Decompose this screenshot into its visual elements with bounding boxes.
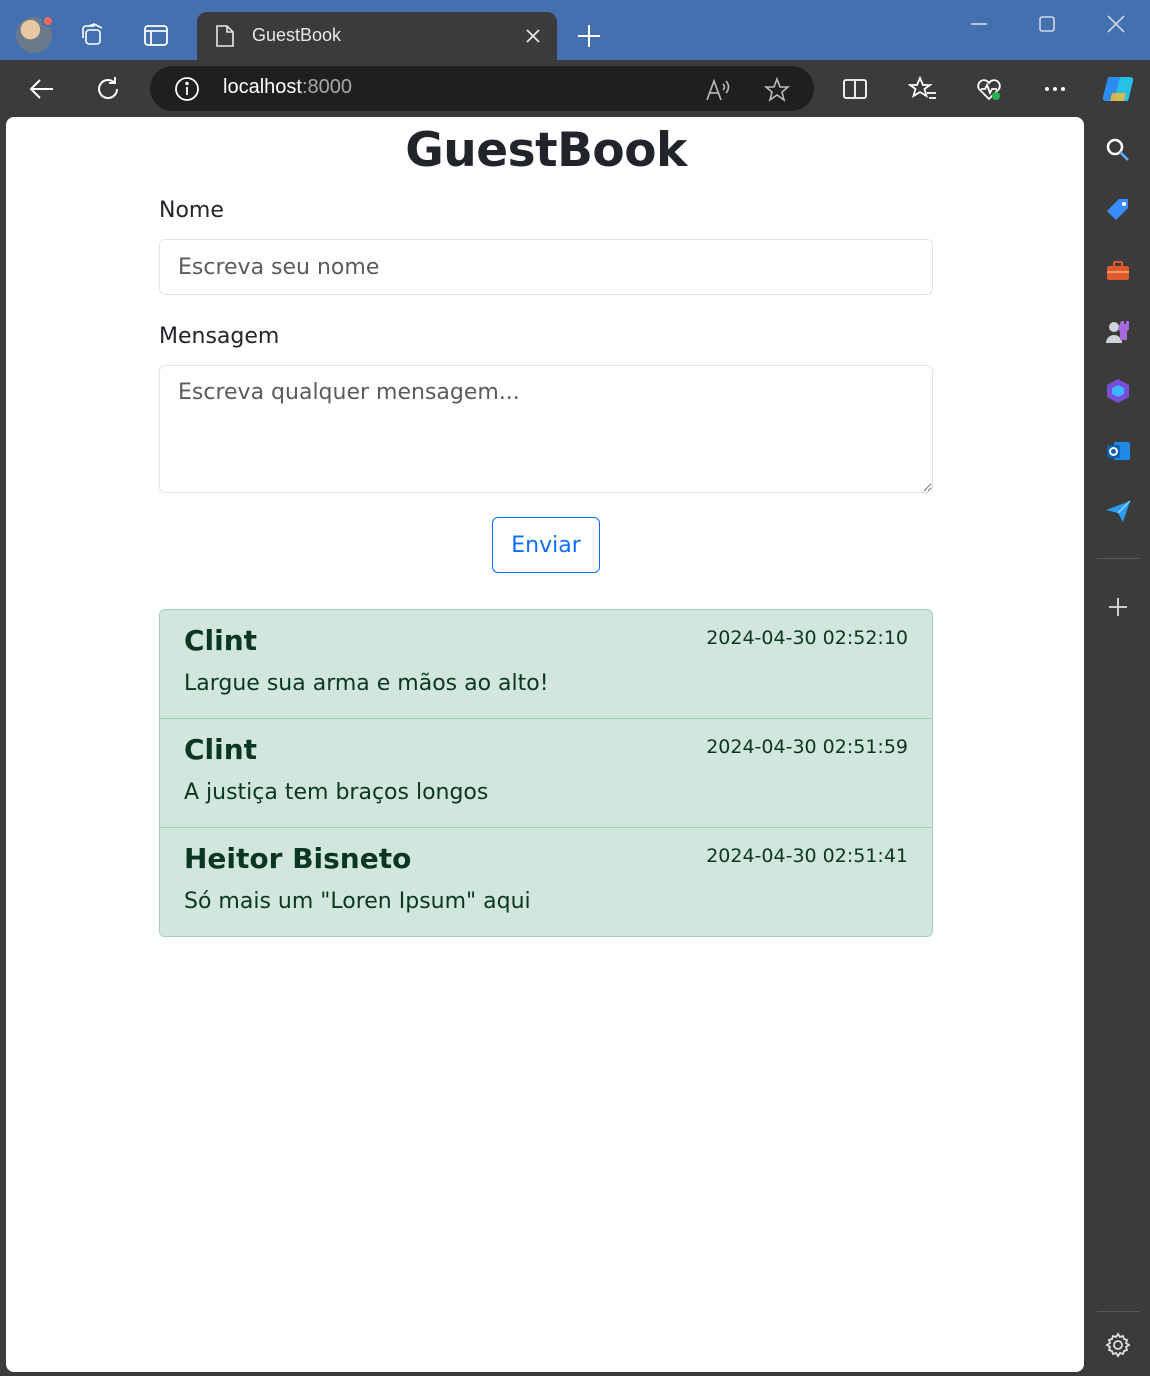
tab-guestbook[interactable]: GuestBook — [197, 12, 557, 60]
more-options-icon[interactable] — [1040, 74, 1070, 104]
settings-gear-icon[interactable] — [1104, 1331, 1132, 1359]
maximize-icon[interactable] — [1035, 12, 1059, 36]
copilot-icon[interactable] — [1100, 71, 1136, 107]
site-info-icon[interactable] — [174, 76, 200, 102]
tools-briefcase-icon[interactable] — [1104, 257, 1132, 285]
send-icon[interactable] — [1104, 497, 1132, 525]
entry-message: Só mais um "Loren Ipsum" aqui — [184, 889, 531, 914]
list-item: Clint 2024-04-30 02:52:10 Largue sua arm… — [160, 610, 932, 718]
favorites-icon[interactable] — [908, 74, 938, 104]
guestbook-container: GuestBook Nome Mensagem Enviar Clint 202… — [159, 117, 933, 937]
outlook-icon[interactable] — [1104, 437, 1132, 465]
search-icon[interactable] — [1104, 136, 1132, 164]
edge-sidebar — [1085, 117, 1150, 1376]
name-input[interactable] — [159, 239, 933, 295]
sidebar-divider — [1097, 1311, 1139, 1312]
entries-list: Clint 2024-04-30 02:52:10 Largue sua arm… — [159, 609, 933, 937]
entry-author: Clint — [184, 624, 258, 657]
notification-dot — [42, 15, 54, 27]
address-bar[interactable]: localhost:8000 — [150, 66, 814, 111]
entry-author: Clint — [184, 733, 258, 766]
page-icon — [216, 25, 234, 47]
title-bar: GuestBook — [0, 0, 1150, 60]
entry-message: A justiça tem braços longos — [184, 780, 489, 805]
refresh-icon[interactable] — [93, 74, 123, 104]
sidebar-divider — [1097, 558, 1139, 559]
browser-essentials-icon[interactable] — [974, 74, 1004, 104]
games-icon[interactable] — [1104, 317, 1132, 345]
back-icon[interactable] — [27, 74, 57, 104]
message-textarea[interactable] — [159, 365, 933, 493]
list-item: Clint 2024-04-30 02:51:59 A justiça tem … — [160, 718, 932, 827]
favorite-star-icon[interactable] — [763, 76, 791, 104]
submit-button[interactable]: Enviar — [492, 517, 600, 573]
profile-avatar[interactable] — [16, 15, 54, 53]
list-item: Heitor Bisneto 2024-04-30 02:51:41 Só ma… — [160, 827, 932, 936]
shopping-tag-icon[interactable] — [1104, 196, 1132, 224]
microsoft-365-icon[interactable] — [1104, 377, 1132, 405]
name-label: Nome — [159, 198, 224, 223]
add-sidebar-app-icon[interactable] — [1104, 593, 1132, 621]
entry-timestamp: 2024-04-30 02:52:10 — [706, 627, 908, 649]
entry-message: Largue sua arma e mãos ao alto! — [184, 671, 549, 696]
tab-title: GuestBook — [252, 25, 342, 45]
entry-timestamp: 2024-04-30 02:51:59 — [706, 736, 908, 758]
submit-row: Enviar — [159, 517, 933, 573]
browser-toolbar: localhost:8000 — [0, 60, 1150, 117]
web-page: GuestBook Nome Mensagem Enviar Clint 202… — [6, 117, 1084, 1372]
vertical-tabs-icon[interactable] — [143, 22, 169, 48]
close-tab-icon[interactable] — [523, 26, 543, 46]
read-aloud-icon[interactable] — [704, 76, 732, 104]
close-window-icon[interactable] — [1104, 12, 1128, 36]
workspaces-icon[interactable] — [80, 22, 106, 48]
entry-author: Heitor Bisneto — [184, 842, 412, 875]
entry-timestamp: 2024-04-30 02:51:41 — [706, 845, 908, 867]
new-tab-icon[interactable] — [575, 22, 603, 50]
url-text[interactable]: localhost:8000 — [223, 76, 352, 99]
minimize-icon[interactable] — [967, 12, 991, 36]
page-title: GuestBook — [405, 123, 687, 178]
message-label: Mensagem — [159, 324, 280, 349]
split-screen-icon[interactable] — [840, 74, 870, 104]
